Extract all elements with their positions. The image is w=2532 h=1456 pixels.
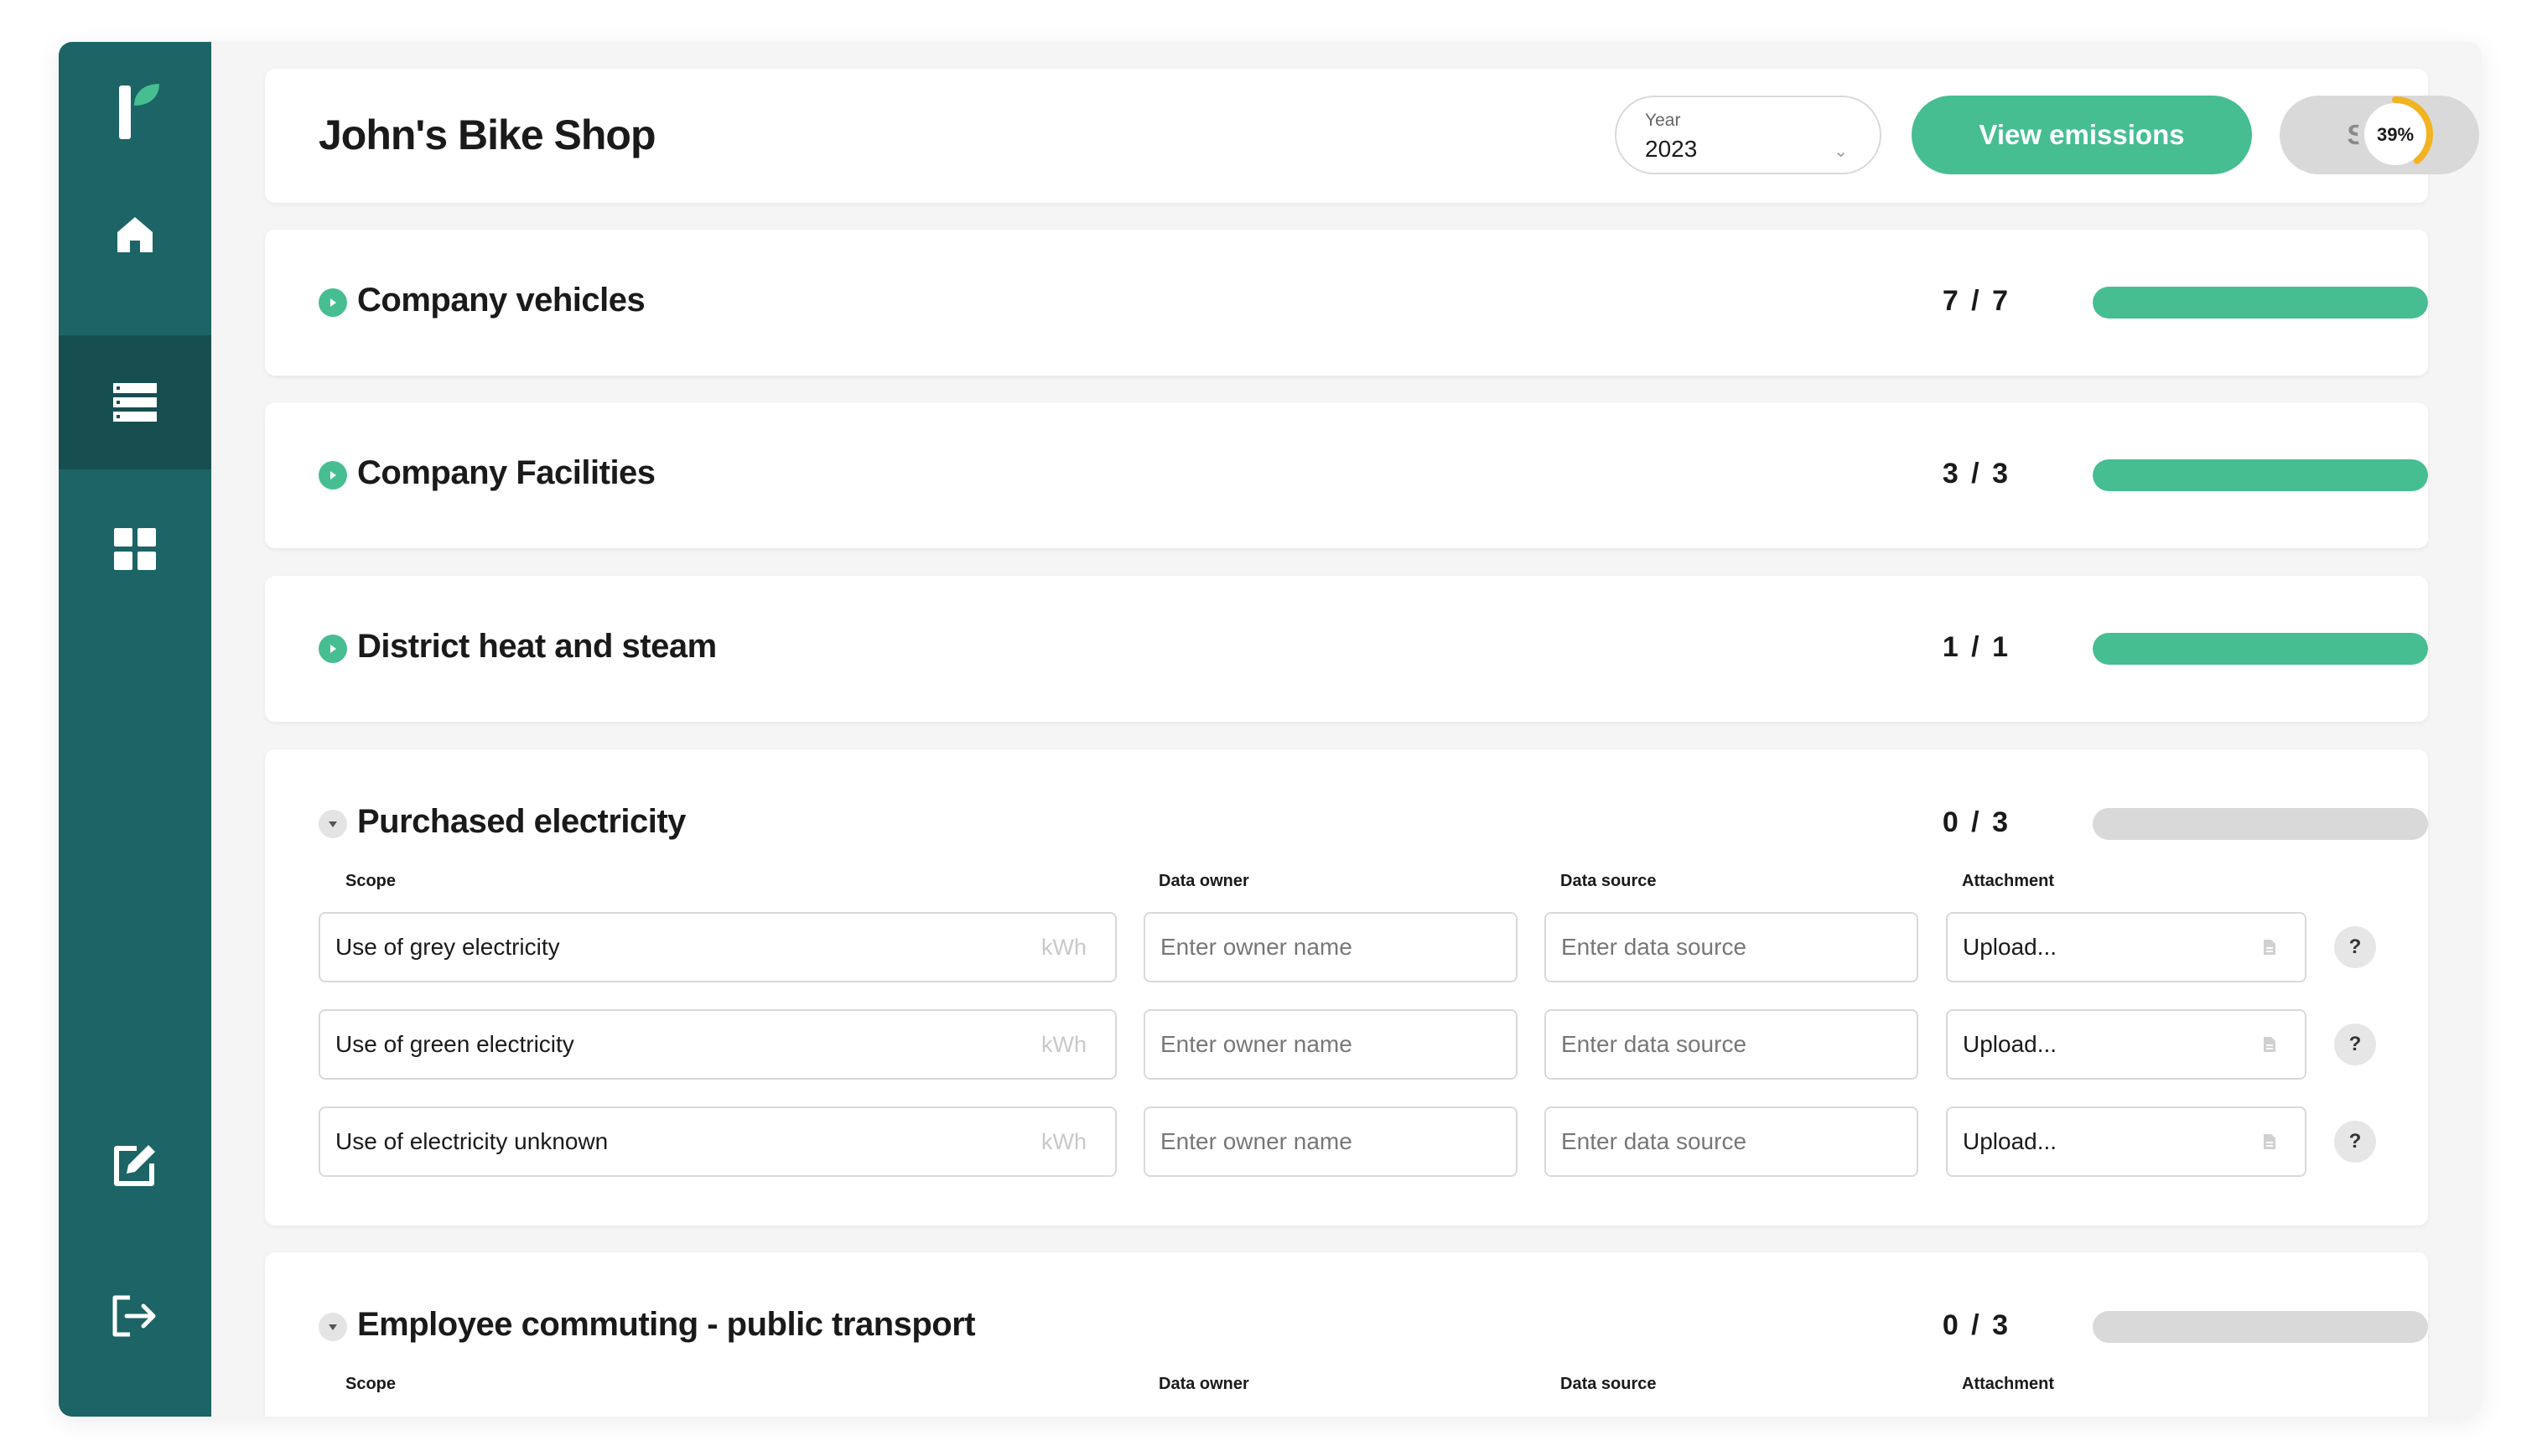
data-source-input[interactable]: Enter data source	[1544, 912, 1918, 982]
section-progress-bar	[2093, 287, 2428, 319]
completion-percentage: 39%	[2377, 124, 2414, 145]
section-title[interactable]: Purchased electricity	[357, 803, 686, 841]
section-progress-fill	[2093, 633, 2428, 665]
section-count: 1 / 1	[1942, 631, 2011, 663]
section-count: 7 / 7	[1942, 285, 2011, 317]
attachment-upload-field[interactable]: Upload...	[1946, 912, 2306, 982]
owner-name-input[interactable]: Enter owner name	[1144, 1009, 1518, 1080]
sidebar-item-logout[interactable]	[59, 1249, 211, 1383]
view-emissions-button[interactable]: View emissions	[1912, 96, 2252, 174]
column-header-scope: Scope	[345, 872, 397, 890]
section-progress-bar	[2093, 808, 2428, 840]
section-progress-bar	[2093, 633, 2428, 665]
sidebar-item-dashboard[interactable]	[59, 482, 211, 616]
data-source-input[interactable]: Enter data source	[1544, 1106, 1918, 1177]
section-count: 3 / 3	[1942, 458, 2011, 490]
home-icon	[117, 217, 153, 252]
chevron-down-icon: ⌄	[1834, 142, 1848, 161]
year-value: 2023	[1645, 136, 1698, 162]
sidebar	[59, 42, 211, 1417]
attachment-upload-field[interactable]: Upload...	[1946, 1009, 2306, 1080]
section-title[interactable]: Company vehicles	[357, 282, 646, 319]
sidebar-item-edit[interactable]	[59, 1098, 211, 1232]
chevron-right-icon	[330, 645, 336, 653]
year-select[interactable]: Year 2023 ⌄	[1615, 96, 1881, 174]
collapse-toggle[interactable]	[319, 1313, 347, 1341]
column-header-attachment: Attachment	[1962, 872, 2055, 890]
help-button[interactable]: ?	[2334, 926, 2376, 968]
header-bar: John's Bike Shop Year 2023 ⌄ View emissi…	[265, 69, 2479, 203]
section-progress-bar	[2093, 1311, 2428, 1343]
section-title[interactable]: Company Facilities	[357, 454, 656, 492]
data-source-input[interactable]: Enter data source	[1544, 1009, 1918, 1080]
chevron-down-icon	[329, 1324, 337, 1330]
sidebar-item-home[interactable]	[59, 168, 211, 302]
column-header-data-source: Data source	[1560, 872, 1657, 890]
upload-label: Upload...	[1963, 934, 2057, 960]
section-title[interactable]: Employee commuting - public transport	[357, 1306, 976, 1344]
column-header-scope: Scope	[345, 1375, 397, 1393]
unit-label: kWh	[1041, 1031, 1087, 1057]
collapse-toggle[interactable]	[319, 810, 347, 838]
section-progress-fill	[2093, 459, 2428, 491]
completion-progress-ring: 39%	[2358, 96, 2433, 172]
scope-label: Use of electricity unknown	[335, 1128, 609, 1154]
chevron-down-icon	[329, 821, 337, 827]
logout-icon	[112, 1295, 156, 1337]
section-progress-fill	[2093, 287, 2428, 319]
attachment-upload-field[interactable]: Upload...	[1946, 1106, 2306, 1177]
file-icon	[2264, 940, 2275, 955]
column-header-data-owner: Data owner	[1159, 1375, 1249, 1393]
section-company-vehicles: Company vehicles 7 / 7	[265, 230, 2428, 376]
scope-label: Use of green electricity	[335, 1031, 574, 1057]
scope-value-field[interactable]: Use of grey electricity kWh	[319, 912, 1117, 982]
scope-value-field[interactable]: Use of electricity unknown kWh	[319, 1106, 1117, 1177]
upload-label: Upload...	[1963, 1031, 2057, 1057]
section-employee-commuting: Employee commuting - public transport 0 …	[265, 1252, 2428, 1417]
help-button[interactable]: ?	[2334, 1121, 2376, 1163]
owner-name-input[interactable]: Enter owner name	[1144, 1106, 1518, 1177]
sidebar-item-data-entry[interactable]	[59, 335, 211, 469]
year-label: Year	[1645, 111, 1681, 130]
section-company-facilities: Company Facilities 3 / 3	[265, 402, 2428, 548]
help-button[interactable]: ?	[2334, 1023, 2376, 1065]
chevron-right-icon	[330, 471, 336, 479]
section-purchased-electricity: Purchased electricity 0 / 3 Scope Data o…	[265, 749, 2428, 1225]
brand-logo-icon	[119, 84, 159, 139]
app-window: John's Bike Shop Year 2023 ⌄ View emissi…	[59, 42, 2482, 1417]
scope-label: Use of grey electricity	[335, 934, 560, 960]
page-title: John's Bike Shop	[319, 111, 656, 158]
file-icon	[2264, 1037, 2275, 1052]
expand-toggle[interactable]	[319, 461, 347, 490]
column-header-attachment: Attachment	[1962, 1375, 2055, 1393]
file-icon	[2264, 1134, 2275, 1149]
unit-label: kWh	[1041, 1128, 1087, 1154]
column-header-data-source: Data source	[1560, 1375, 1657, 1393]
section-title[interactable]: District heat and steam	[357, 628, 717, 666]
section-progress-bar	[2093, 459, 2428, 491]
section-district-heat: District heat and steam 1 / 1	[265, 576, 2428, 722]
column-header-data-owner: Data owner	[1159, 872, 1249, 890]
edit-icon	[114, 1145, 155, 1186]
unit-label: kWh	[1041, 934, 1087, 960]
list-icon	[113, 383, 157, 422]
grid-icon	[114, 528, 156, 570]
chevron-right-icon	[330, 298, 336, 307]
expand-toggle[interactable]	[319, 288, 347, 317]
section-count: 0 / 3	[1942, 1309, 2011, 1341]
upload-label: Upload...	[1963, 1128, 2057, 1154]
owner-name-input[interactable]: Enter owner name	[1144, 912, 1518, 982]
section-count: 0 / 3	[1942, 806, 2011, 838]
expand-toggle[interactable]	[319, 635, 347, 663]
scope-value-field[interactable]: Use of green electricity kWh	[319, 1009, 1117, 1080]
